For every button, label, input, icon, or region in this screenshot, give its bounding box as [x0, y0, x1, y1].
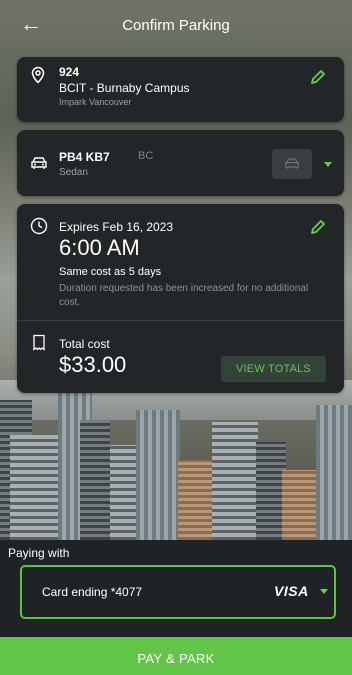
pencil-icon[interactable] — [308, 217, 328, 237]
page-title: Confirm Parking — [122, 16, 230, 34]
paying-with-label: Paying with — [8, 546, 70, 560]
visa-logo: VISA — [274, 583, 309, 599]
license-plate: PB4 KB7 — [59, 150, 110, 164]
pay-and-park-button[interactable]: PAY & PARK — [0, 637, 352, 675]
arrow-left-icon[interactable]: ← — [20, 12, 42, 36]
duration-card: Expires Feb 16, 2023 6:00 AM Same cost a… — [17, 204, 344, 393]
expires-label: Expires Feb 16, 2023 — [59, 220, 174, 234]
receipt-icon — [33, 334, 45, 351]
header: ← Confirm Parking — [0, 0, 352, 50]
car-icon — [31, 157, 47, 169]
view-totals-button[interactable]: VIEW TOTALS — [221, 356, 326, 382]
location-pin-icon — [31, 66, 45, 84]
vehicle-card[interactable]: PB4 KB7 BC Sedan — [17, 130, 344, 196]
payment-section: Paying with Card ending *4077 VISA PAY &… — [0, 540, 352, 675]
total-cost-amount: $33.00 — [59, 352, 127, 377]
total-cost-label: Total cost — [59, 337, 110, 351]
same-cost-text: Same cost as 5 days — [59, 266, 162, 278]
chevron-down-icon[interactable] — [320, 589, 328, 594]
vehicle-select-button[interactable] — [272, 149, 312, 179]
duration-note: Duration requested has been increased fo… — [59, 283, 309, 308]
divider — [17, 320, 344, 321]
vehicle-type: Sedan — [59, 167, 88, 178]
chevron-down-icon[interactable] — [324, 162, 332, 167]
clock-icon — [30, 217, 48, 235]
payment-method-select[interactable]: Card ending *4077 VISA — [20, 565, 336, 619]
lot-name: BCIT - Burnaby Campus — [59, 81, 190, 95]
plate-province: BC — [138, 150, 154, 162]
car-icon — [285, 158, 299, 169]
lot-operator: Impark Vancouver — [59, 97, 132, 107]
card-ending-text: Card ending *4077 — [42, 585, 143, 599]
pencil-icon[interactable] — [308, 67, 328, 87]
expiry-time: 6:00 AM — [59, 235, 140, 260]
location-card[interactable]: 924 BCIT - Burnaby Campus Impark Vancouv… — [17, 57, 344, 122]
lot-number: 924 — [59, 65, 80, 79]
